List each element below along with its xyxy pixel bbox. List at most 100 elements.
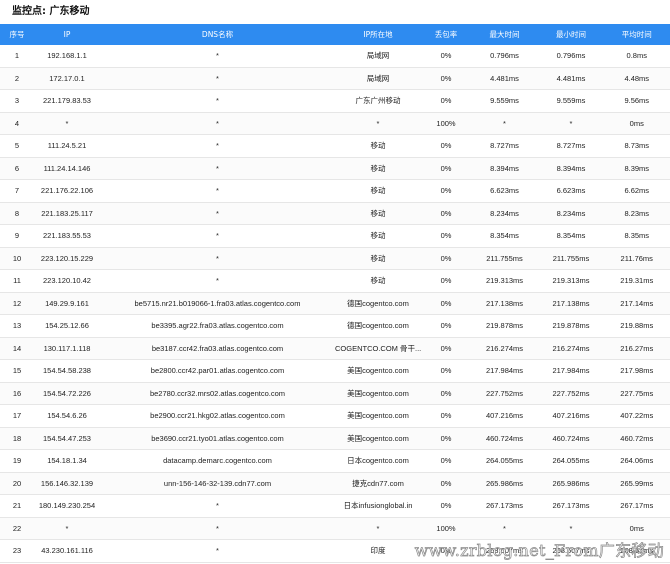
cell-ip: 154.54.47.253 [34,427,100,450]
cell-location: 移动 [335,202,421,225]
cell-location: 局域网 [335,67,421,90]
table-row: 16 154.54.72.226 be2780.ccr32.mrs02.atlas.… [0,382,670,405]
header-max-time: 最大时间 [471,24,538,45]
cell-no: 1 [0,45,34,68]
cell-no: 6 [0,157,34,180]
cell-avg-time: 6.62ms [604,179,670,203]
cell-loss: 0% [421,382,471,405]
cell-loss: 0% [421,179,471,203]
cell-min-time: 8.394ms [538,157,604,180]
cell-min-time: 8.727ms [538,134,604,158]
cell-min-time: 219.313ms [538,269,604,293]
cell-min-time: 217.138ms [538,292,604,315]
cell-dns: * [100,539,335,563]
cell-dns: * [100,269,335,293]
cell-min-time: 211.755ms [538,247,604,270]
cell-dns: * [100,247,335,270]
cell-ip: 221.179.83.53 [34,89,100,113]
cell-location: 日本infusionglobal.in [335,494,421,518]
cell-max-time: 4.481ms [471,67,538,90]
cell-dns: * [100,517,335,540]
cell-ip: 223.120.10.42 [34,269,100,293]
cell-no: 23 [0,539,34,563]
cell-avg-time: 0ms [604,112,670,135]
cell-loss: 0% [421,157,471,180]
cell-min-time: 219.878ms [538,314,604,338]
cell-min-time: 4.481ms [538,67,604,90]
cell-avg-time: 9.56ms [604,89,670,113]
cell-max-time: 0.796ms [471,45,538,68]
cell-dns: be3187.ccr42.fra03.atlas.cogentco.com [100,337,335,360]
cell-no: 9 [0,224,34,248]
cell-ip: 149.29.9.161 [34,292,100,315]
cell-ip: 172.17.0.1 [34,67,100,90]
cell-max-time: 217.984ms [471,359,538,383]
header-avg-time: 平均时间 [604,24,670,45]
cell-loss: 0% [421,314,471,338]
cell-min-time: * [538,112,604,135]
cell-avg-time: 227.75ms [604,382,670,405]
cell-no: 19 [0,449,34,473]
cell-max-time: 8.234ms [471,202,538,225]
table-row: 5 111.24.5.21 * 移动 0% 8.727ms 8.727ms 8.73ms [0,134,670,158]
table-body: 1 192.168.1.1 * 局域网 0% 0.796ms 0.796ms 0.8ms 2 17… [0,45,670,563]
cell-ip: 111.24.14.146 [34,157,100,180]
cell-avg-time: 4.48ms [604,67,670,90]
table-row: 13 154.25.12.66 be3395.agr22.fra03.atlas.c… [0,314,670,338]
cell-min-time: 9.559ms [538,89,604,113]
cell-loss: 0% [421,359,471,383]
cell-ip: * [34,112,100,135]
table-row: 2 172.17.0.1 * 局域网 0% 4.481ms 4.481ms 4.48ms [0,67,670,90]
table-row: 14 130.117.1.118 be3187.ccr42.fra03.atlas.… [0,337,670,360]
cell-avg-time: 217.98ms [604,359,670,383]
cell-max-time: 6.623ms [471,179,538,203]
watermark: www.zrblog.net_From广东移动 [414,541,664,561]
cell-avg-time: 0.8ms [604,45,670,68]
cell-dns: * [100,89,335,113]
cell-avg-time: 407.22ms [604,404,670,428]
cell-max-time: 211.755ms [471,247,538,270]
table-row: 10 223.120.15.229 * 移动 0% 211.755ms 211.755ms 2… [0,247,670,270]
cell-loss: 0% [421,134,471,158]
cell-no: 14 [0,337,34,360]
cell-loss: 0% [421,45,471,68]
cell-ip: 154.54.72.226 [34,382,100,405]
cell-no: 11 [0,269,34,293]
cell-avg-time: 267.17ms [604,494,670,518]
cell-dns: be2780.ccr32.mrs02.atlas.cogentco.com [100,382,335,405]
cell-ip: 111.24.5.21 [34,134,100,158]
cell-avg-time: 264.06ms [604,449,670,473]
cell-location: 移动 [335,134,421,158]
cell-no: 16 [0,382,34,405]
cell-avg-time: 217.14ms [604,292,670,315]
cell-ip: 221.176.22.106 [34,179,100,203]
cell-dns: unn-156-146-32-139.cdn77.com [100,472,335,495]
cell-dns: * [100,494,335,518]
cell-avg-time: 216.27ms [604,337,670,360]
cell-loss: 0% [421,404,471,428]
cell-location: 德国cogentco.com [335,292,421,315]
cell-avg-time: 8.23ms [604,202,670,225]
cell-avg-time: 265.99ms [604,472,670,495]
cell-max-time: * [471,112,538,135]
cell-max-time: 8.727ms [471,134,538,158]
cell-min-time: 460.724ms [538,427,604,450]
table-row: 19 154.18.1.34 datacamp.demarc.cogentco.co… [0,449,670,473]
cell-dns: datacamp.demarc.cogentco.com [100,449,335,473]
cell-dns: be3395.agr22.fra03.atlas.cogentco.com [100,314,335,338]
cell-max-time: 216.274ms [471,337,538,360]
cell-loss: 0% [421,449,471,473]
cell-location: 美国cogentco.com [335,427,421,450]
cell-ip: * [34,517,100,540]
table-row: 17 154.54.6.26 be2900.ccr21.hkg02.atlas.co… [0,404,670,428]
table-row: 20 156.146.32.139 unn-156-146-32-139.cdn77… [0,472,670,495]
cell-ip: 221.183.55.53 [34,224,100,248]
cell-loss: 0% [421,247,471,270]
cell-ip: 154.18.1.34 [34,449,100,473]
cell-no: 15 [0,359,34,383]
cell-min-time: 264.055ms [538,449,604,473]
cell-location: * [335,112,421,135]
table-row: 18 154.54.47.253 be3690.ccr21.tyo01.atlas.… [0,427,670,450]
cell-ip: 221.183.25.117 [34,202,100,225]
cell-min-time: 8.354ms [538,224,604,248]
